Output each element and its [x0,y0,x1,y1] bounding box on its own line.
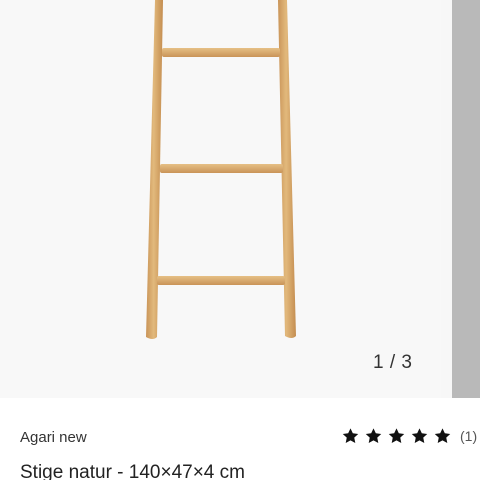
product-title: Stige natur - 140×47×4 cm [20,462,245,480]
star-icon [365,428,382,443]
image-gallery[interactable]: 1 / 3 [0,0,480,398]
product-info: Agari new (1) Stige natur - 140×47×4 cm [0,398,480,480]
star-icon [342,428,359,443]
product-page: 1 / 3 Agari new (1) Stige natur - 140×47… [0,0,480,480]
ladder-product-image [146,0,296,339]
rating-summary[interactable]: (1) [341,427,477,445]
brand-name[interactable]: Agari new [20,429,87,446]
star-icon [388,428,405,443]
gallery-slide-current[interactable]: 1 / 3 [0,0,441,398]
star-icon [434,428,451,443]
gallery-slide-next-preview[interactable] [452,0,480,398]
review-count[interactable]: (1) [460,428,477,444]
star-icon [411,428,428,443]
gallery-counter: 1 / 3 [373,352,413,373]
